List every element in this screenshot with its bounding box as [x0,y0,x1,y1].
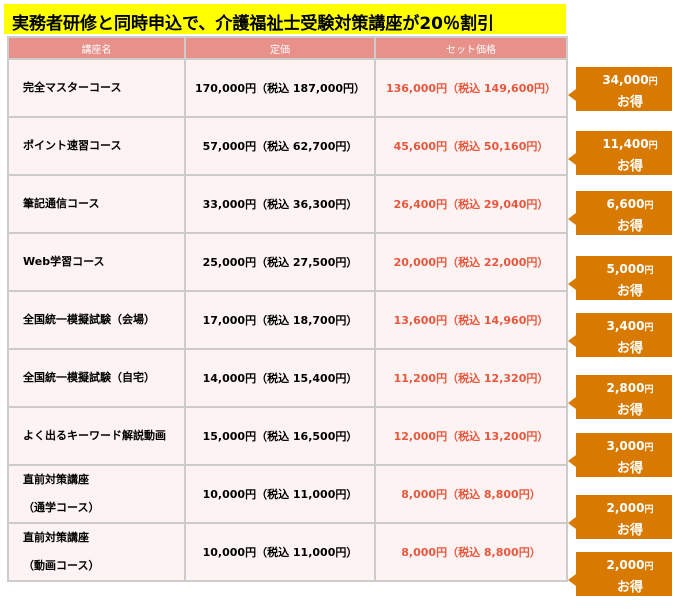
savings-badge: 3,400円 お得 [568,313,672,357]
course-name: よく出るキーワード解説動画 [23,429,166,442]
table-row: よく出るキーワード解説動画 15,000円（税込 16,500円） 12,000… [9,408,566,464]
table-row: 直前対策講座 （通学コース） 10,000円（税込 11,000円） 8,000… [9,466,566,522]
header-course-name: 講座名 [9,38,184,58]
course-name: 直前対策講座 [23,531,89,544]
badge-label: お得 [616,580,643,595]
table-row: 全国統一模擬試験（会場） 17,000円（税込 18,700円） 13,600円… [9,292,566,348]
course-name-cell: Web学習コース [9,234,184,290]
table-row: Web学習コース 25,000円（税込 27,500円） 20,000円（税込 … [9,234,566,290]
set-price: 136,000円（税込 149,600円） [376,60,566,116]
set-price: 8,000円（税込 8,800円） [376,524,566,580]
set-price: 45,600円（税込 50,160円） [376,118,566,174]
badge-amount: 2,000円 [606,501,654,515]
badge-label: お得 [616,523,643,538]
badge-amount: 2,800円 [606,381,654,395]
table-row: 全国統一模擬試験（自宅） 14,000円（税込 15,400円） 11,200円… [9,350,566,406]
table-row: 直前対策講座 （動画コース） 10,000円（税込 11,000円） 8,000… [9,524,566,580]
table-row: 完全マスターコース 170,000円（税込 187,000円） 136,000円… [9,60,566,116]
course-name: 全国統一模擬試験（会場） [23,313,155,326]
badge-amount: 34,000円 [602,73,658,87]
list-price: 33,000円（税込 36,300円） [186,176,374,232]
badge-amount: 3,000円 [606,439,654,453]
course-name-cell: 全国統一模擬試験（会場） [9,292,184,348]
page-title: 実務者研修と同時申込で、介護福祉士受験対策講座が20％割引 [12,14,494,34]
badge-amount: 2,000円 [606,558,654,572]
badge-label: お得 [616,284,643,299]
savings-badge: 2,800円 お得 [568,375,672,419]
list-price: 14,000円（税込 15,400円） [186,350,374,406]
course-name-cell: よく出るキーワード解説動画 [9,408,184,464]
title-banner: 実務者研修と同時申込で、介護福祉士受験対策講座が20％割引 [4,4,566,34]
list-price: 15,000円（税込 16,500円） [186,408,374,464]
badge-label: お得 [616,159,643,174]
list-price: 25,000円（税込 27,500円） [186,234,374,290]
badge-label: お得 [616,403,643,418]
set-price: 26,400円（税込 29,040円） [376,176,566,232]
savings-badge: 34,000円 お得 [568,67,672,111]
badge-label: お得 [616,219,643,234]
savings-badge: 11,400円 お得 [568,131,672,175]
course-name: Web学習コース [23,255,105,268]
savings-badge: 2,000円 お得 [568,495,672,539]
set-price: 11,200円（税込 12,320円） [376,350,566,406]
course-name: 完全マスターコース [23,81,122,94]
badge-label: お得 [616,95,643,110]
set-price: 8,000円（税込 8,800円） [376,466,566,522]
course-name: 全国統一模擬試験（自宅） [23,371,155,384]
price-table: 講座名 定価 セット価格 完全マスターコース 170,000円（税込 187,0… [7,36,568,582]
course-name-cell: 直前対策講座 （通学コース） [9,466,184,522]
savings-badge: 2,000円 お得 [568,552,672,596]
list-price: 170,000円（税込 187,000円） [186,60,374,116]
set-price: 13,600円（税込 14,960円） [376,292,566,348]
list-price: 17,000円（税込 18,700円） [186,292,374,348]
header-set-price: セット価格 [376,38,566,58]
list-price: 57,000円（税込 62,700円） [186,118,374,174]
course-name-sub: （通学コース） [23,501,100,514]
header-list-price: 定価 [186,38,374,58]
course-name: 直前対策講座 [23,473,89,486]
set-price: 12,000円（税込 13,200円） [376,408,566,464]
table-row: 筆記通信コース 33,000円（税込 36,300円） 26,400円（税込 2… [9,176,566,232]
course-name-cell: 全国統一模擬試験（自宅） [9,350,184,406]
course-name-sub: （動画コース） [23,559,100,572]
course-name-cell: 直前対策講座 （動画コース） [9,524,184,580]
list-price: 10,000円（税込 11,000円） [186,524,374,580]
badge-amount: 5,000円 [606,262,654,276]
course-name: ポイント速習コース [23,139,122,152]
table-header-row: 講座名 定価 セット価格 [9,38,566,58]
course-name: 筆記通信コース [23,197,100,210]
course-name-cell: ポイント速習コース [9,118,184,174]
badge-amount: 3,400円 [606,319,654,333]
course-name-cell: 完全マスターコース [9,60,184,116]
badge-amount: 11,400円 [602,137,658,151]
set-price: 20,000円（税込 22,000円） [376,234,566,290]
badge-label: お得 [616,341,643,356]
list-price: 10,000円（税込 11,000円） [186,466,374,522]
savings-badge: 5,000円 お得 [568,256,672,300]
badge-label: お得 [616,461,643,476]
table-row: ポイント速習コース 57,000円（税込 62,700円） 45,600円（税込… [9,118,566,174]
savings-badge: 6,600円 お得 [568,191,672,235]
badge-amount: 6,600円 [606,197,654,211]
savings-badge: 3,000円 お得 [568,433,672,477]
course-name-cell: 筆記通信コース [9,176,184,232]
